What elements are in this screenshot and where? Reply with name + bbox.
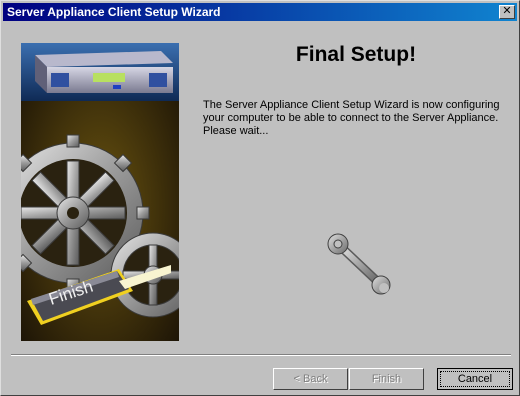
close-button[interactable]: ✕ [499, 5, 515, 19]
description-line-2: your computer to be able to connect to t… [203, 112, 499, 124]
footer-separator [11, 354, 511, 356]
description-line-3: Please wait... [203, 125, 269, 137]
finish-button[interactable]: Finish [349, 368, 424, 390]
wizard-window: Server Appliance Client Setup Wizard ✕ F… [0, 0, 520, 396]
cancel-button-label: Cancel [440, 371, 510, 387]
gears-illustration: Finish [21, 43, 179, 341]
description-text: The Server Appliance Client Setup Wizard… [203, 99, 513, 138]
wrench-icon [323, 233, 395, 297]
server-appliance-icon [35, 51, 173, 93]
title-bar[interactable]: Server Appliance Client Setup Wizard ✕ [3, 3, 517, 21]
close-icon: ✕ [502, 5, 512, 17]
wizard-illustration: Finish [21, 43, 179, 341]
cancel-button[interactable]: Cancel [437, 368, 513, 390]
page-title: Final Setup! [295, 43, 417, 66]
description-line-1: The Server Appliance Client Setup Wizard… [203, 99, 500, 111]
window-title: Server Appliance Client Setup Wizard [7, 5, 221, 19]
back-button[interactable]: < Back [273, 368, 348, 390]
